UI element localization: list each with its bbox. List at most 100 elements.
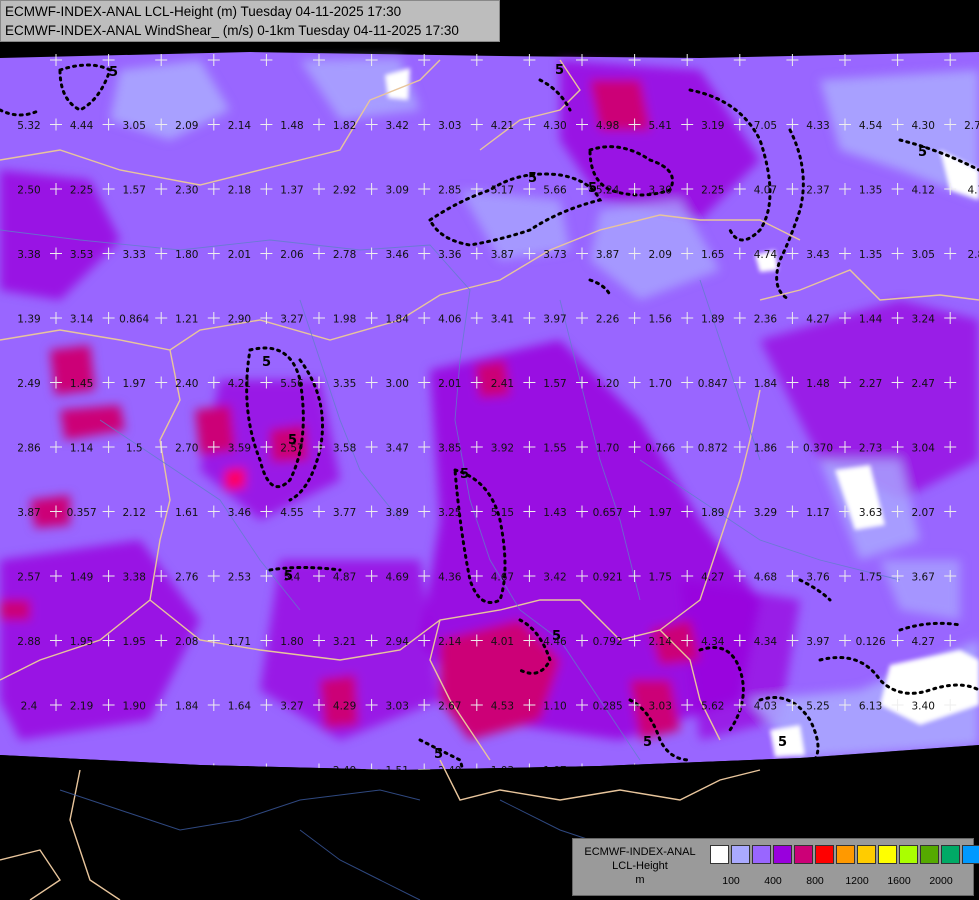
value-label: 3.85 <box>438 443 461 455</box>
value-label: 2.53 <box>228 572 251 584</box>
value-label: 0.285 <box>593 701 623 713</box>
value-label: 3.35 <box>333 378 356 390</box>
contour-label: 5 <box>262 355 271 370</box>
value-label: 3.05 <box>123 120 146 132</box>
value-label: 1.61 <box>175 507 198 519</box>
legend-swatch <box>773 845 792 864</box>
value-label: 1.80 <box>280 636 303 648</box>
legend-swatch <box>899 845 918 864</box>
value-label: 1.97 <box>649 507 672 519</box>
value-label: 3.63 <box>859 507 882 519</box>
value-label: 1.45 <box>70 378 93 390</box>
value-label: 1.17 <box>806 507 829 519</box>
value-label: 2.57 <box>280 443 303 455</box>
value-label: 1.57 <box>123 185 146 197</box>
lcl-height-field <box>0 52 979 770</box>
value-label: 3.53 <box>70 249 93 261</box>
value-label: 2.94 <box>386 636 410 648</box>
contour-label: 5 <box>460 467 469 482</box>
value-label: 1.84 <box>754 378 778 390</box>
value-label: 1.75 <box>859 572 882 584</box>
value-label: 3.42 <box>386 120 409 132</box>
value-label: 4.87 <box>333 572 356 584</box>
value-label: 3.59 <box>228 443 251 455</box>
value-label: 4.07 <box>754 185 777 197</box>
legend-title-line-1: ECMWF-INDEX-ANAL <box>584 846 696 858</box>
value-label: 1.39 <box>17 314 40 326</box>
legend-tick-label: 1600 <box>887 875 911 887</box>
legend-title: ECMWF-INDEX-ANAL LCL-Height m <box>579 845 701 887</box>
value-label: 2.40 <box>175 378 198 390</box>
legend-swatch <box>836 845 855 864</box>
value-label: 1.48 <box>806 378 829 390</box>
value-label: 2.76 <box>175 572 199 584</box>
value-label: 3.97 <box>543 314 566 326</box>
value-label: 2.8 <box>967 249 979 261</box>
value-label: 4.01 <box>491 636 514 648</box>
value-label: 4.69 <box>386 572 409 584</box>
value-label: 3.36 <box>438 249 462 261</box>
value-label: 3.47 <box>386 443 409 455</box>
value-label: 2.67 <box>438 701 461 713</box>
value-label: 1.56 <box>649 314 673 326</box>
legend-tick-label: 400 <box>764 875 782 887</box>
value-label: 1.57 <box>543 378 566 390</box>
value-label: 4.34 <box>754 636 778 648</box>
value-label: 0.872 <box>698 443 728 455</box>
value-label: 1.37 <box>280 185 303 197</box>
value-label: 4.03 <box>754 701 777 713</box>
value-label: 2.01 <box>438 378 461 390</box>
legend-title-line-3: m <box>635 874 645 886</box>
value-label: 4.30 <box>543 120 566 132</box>
value-label: 1.90 <box>123 701 146 713</box>
legend-swatch <box>962 845 979 864</box>
legend-swatch <box>857 845 876 864</box>
value-label: 2.19 <box>70 701 93 713</box>
value-label: 3.41 <box>491 314 514 326</box>
value-label: 3.03 <box>438 120 461 132</box>
legend-swatches <box>710 845 979 864</box>
value-label: 4.55 <box>280 507 303 519</box>
contour-label: 5 <box>555 63 564 78</box>
legend-swatch <box>941 845 960 864</box>
value-label: 1.20 <box>596 378 619 390</box>
value-label: 1.65 <box>701 249 724 261</box>
value-label: 2.4 <box>21 701 38 713</box>
value-label: 3.43 <box>806 249 829 261</box>
value-label: 1.35 <box>859 249 882 261</box>
value-label: 1.48 <box>280 120 303 132</box>
value-label: 5.25 <box>806 701 829 713</box>
contour-label: 5 <box>434 747 443 762</box>
value-label: 0.357 <box>67 507 97 519</box>
value-label: 3.38 <box>123 572 146 584</box>
contour-label: 5 <box>109 65 118 80</box>
value-label: 4.21 <box>228 378 251 390</box>
value-label: 4.06 <box>438 314 462 326</box>
value-label: 3.89 <box>386 507 409 519</box>
value-label: 3.03 <box>649 701 672 713</box>
value-label: 2.25 <box>70 185 93 197</box>
legend-ticks: 100 400 800 1200 1600 2000 <box>710 875 970 889</box>
value-label: 2.25 <box>701 185 724 197</box>
value-label: 4.98 <box>596 120 619 132</box>
value-label: 3.73 <box>543 249 566 261</box>
value-label: 2.14 <box>649 636 673 648</box>
value-label: 3.24 <box>912 314 936 326</box>
value-label: 1.43 <box>543 507 566 519</box>
value-label: 3.87 <box>596 249 619 261</box>
value-label: 7.05 <box>754 120 777 132</box>
value-label: 3.40 <box>912 701 935 713</box>
value-label: 4.34 <box>701 636 725 648</box>
value-label: 2.41 <box>491 378 514 390</box>
value-label: 4.53 <box>491 701 514 713</box>
value-label: 1.35 <box>859 185 882 197</box>
value-label: 5.56 <box>280 378 304 390</box>
value-label: 1.14 <box>70 443 94 455</box>
value-label: 3.27 <box>280 314 303 326</box>
value-label: 3.00 <box>386 378 409 390</box>
contour-label: 5 <box>643 735 652 750</box>
value-label: 4.29 <box>333 701 356 713</box>
value-label: 3.87 <box>17 507 40 519</box>
value-label: 3.76 <box>806 572 830 584</box>
value-label: 2.30 <box>175 185 198 197</box>
